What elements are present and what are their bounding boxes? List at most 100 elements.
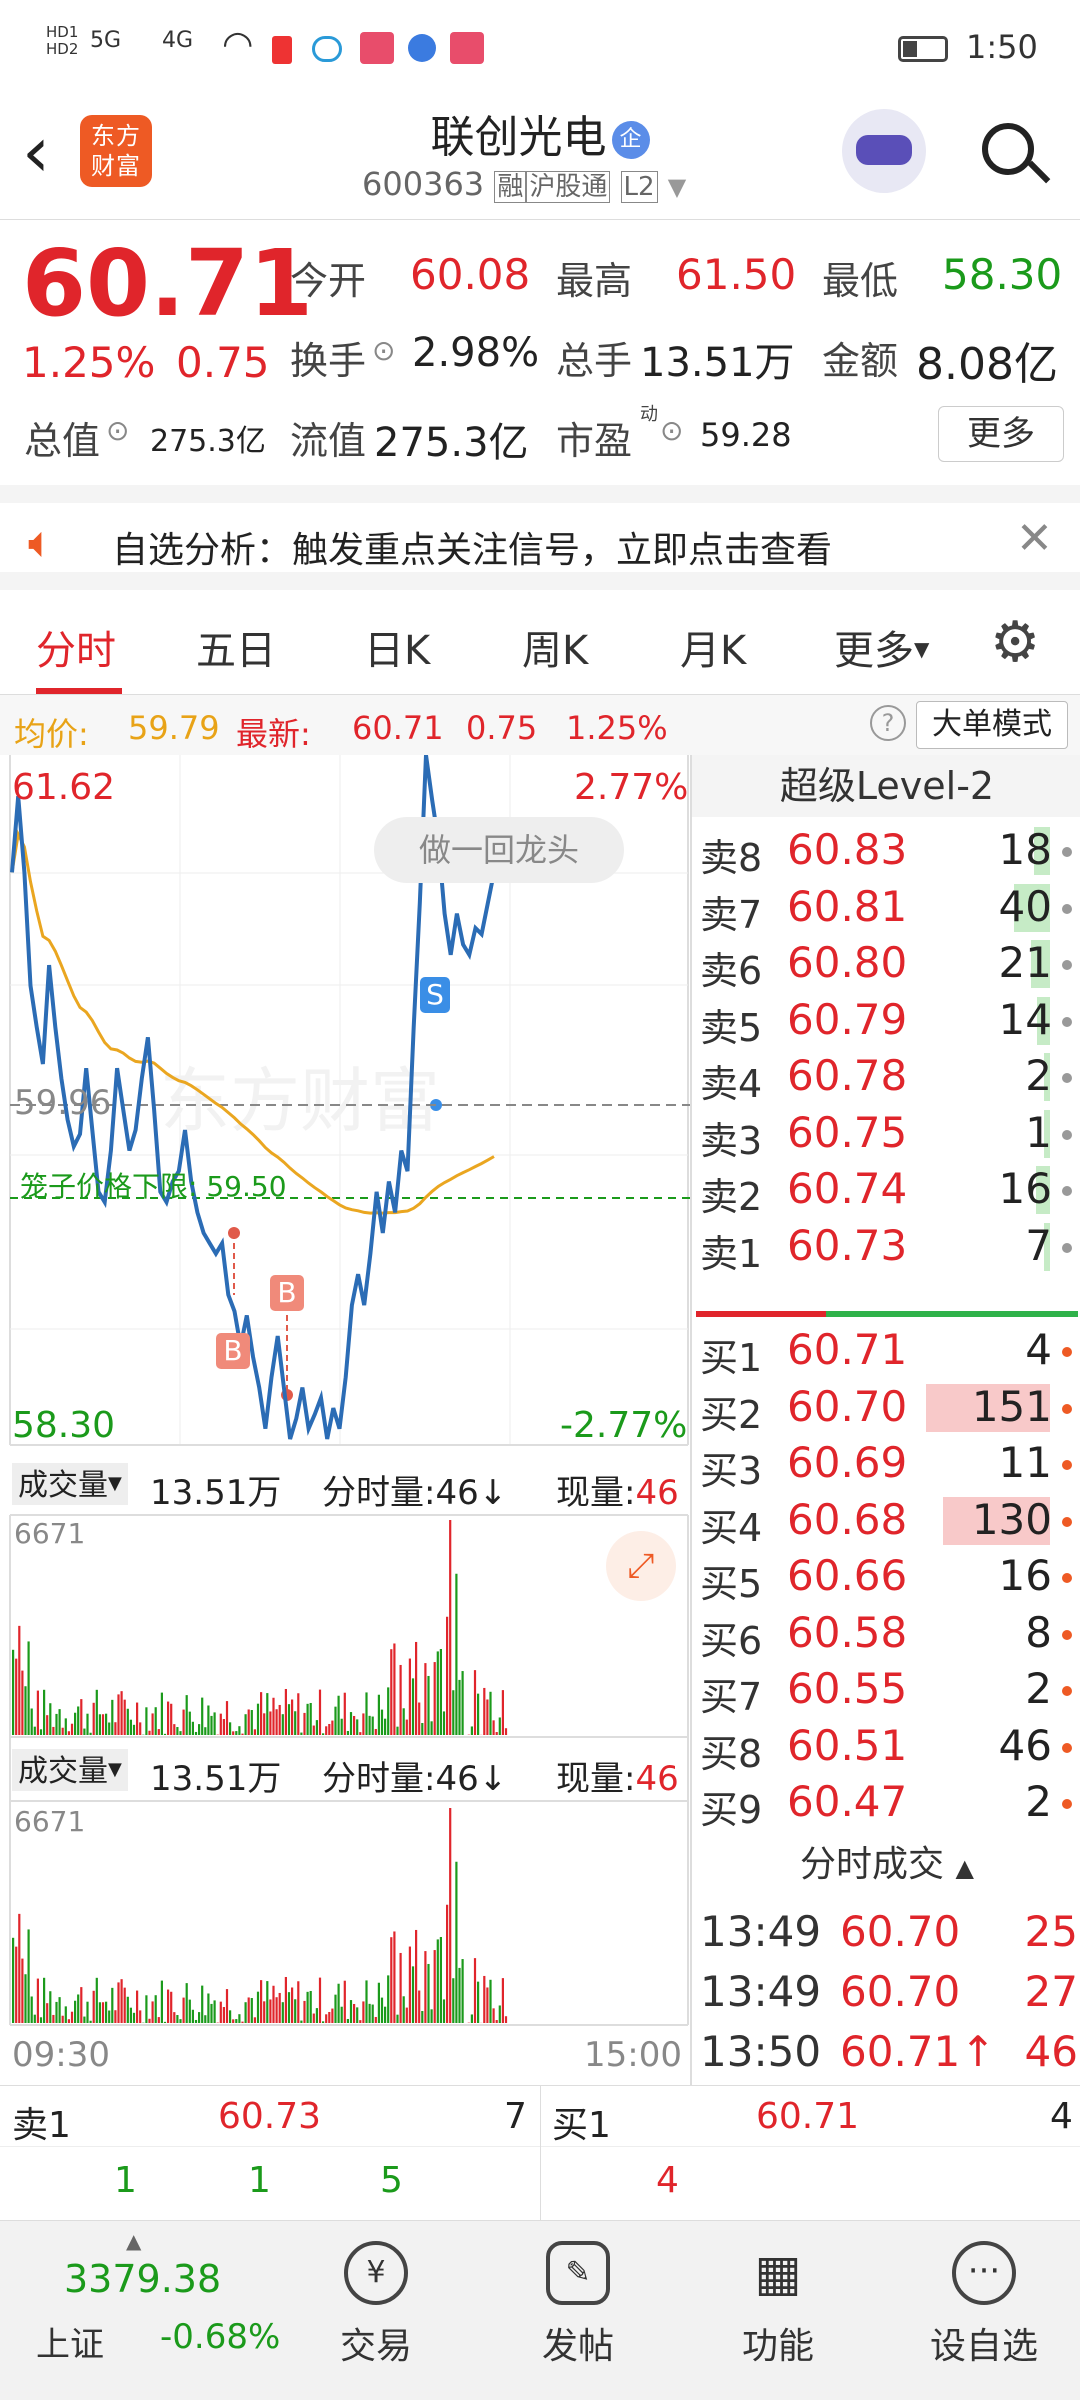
tab-5day[interactable]: 五日 [196,618,276,676]
robot-avatar-icon[interactable] [842,109,926,193]
ask-row[interactable]: 卖5 60.79 14 [692,993,1080,1050]
bid-row[interactable]: 买3 60.69 11 [692,1436,1080,1493]
close-icon[interactable]: ✕ [1016,513,1053,564]
search-icon[interactable] [982,123,1034,175]
y-max-label: 61.62 [12,767,116,808]
notice-banner[interactable]: 🔈︎ 自选分析：触发重点关注信号，立即点击查看 ✕ [0,485,1080,590]
mktcap-value: 275.3亿 [150,424,266,459]
help-icon[interactable]: ? [870,705,906,741]
ask-row[interactable]: 卖4 60.78 2 [692,1049,1080,1106]
buy-marker[interactable]: B [270,1275,304,1311]
add-watchlist-icon: ··· [952,2241,1016,2305]
index-expand-icon[interactable]: ▲ [126,2229,141,2253]
volume-bar [163,2021,167,2023]
volume-selector[interactable]: 成交量▼ [12,1749,128,1791]
volume-bar [318,1689,322,1735]
level-label: 卖6 [700,949,763,993]
volume-bar [263,2001,266,2023]
ask-row[interactable]: 卖1 60.73 7 [692,1219,1080,1276]
volume-bar [80,1699,83,1735]
app-icon-2 [408,34,436,62]
ask-row[interactable]: 卖3 60.75 1 [692,1106,1080,1163]
tab-weekly-k[interactable]: 周K [522,618,588,676]
volume-bar [114,2010,117,2023]
index-percent: -0.68% [160,2317,281,2357]
index-value[interactable]: 3379.38 [64,2257,221,2301]
volume-bar [39,1729,43,1735]
bid-row[interactable]: 买6 60.58 8 [692,1606,1080,1663]
info-icon[interactable]: ⊙ [372,334,395,367]
volume-bar [80,1987,83,2023]
volume-bar [458,1679,461,1735]
info-icon[interactable]: ⊙ [106,414,129,447]
volume-bar [210,2003,213,2023]
app-icon-3 [450,32,484,64]
big-order-mode-button[interactable]: 大单模式 [916,701,1068,749]
volume-bar [328,2011,331,2023]
bid-row[interactable]: 买4 60.68 130 [692,1493,1080,1550]
ask-row[interactable]: 卖6 60.80 21 [692,936,1080,993]
signal-4g-icon: 4G [162,28,194,53]
panel-title[interactable]: 超级Level-2 [692,755,1080,817]
dragon-head-bubble[interactable]: 做一回龙头 [374,817,624,883]
volume-bar [353,2003,356,2023]
volume-bar [241,1733,244,1735]
sell-marker[interactable]: S [420,977,450,1013]
volume-bar [442,1711,446,1735]
volume-bar [266,1693,269,1735]
level-label: 买2 [700,1392,763,1437]
sell1-price: 60.73 [218,2096,322,2137]
volume-bar [61,1727,64,1735]
volume-selector[interactable]: 成交量▼ [12,1463,128,1505]
volume-bar [300,1732,303,1735]
nav-post[interactable]: ✎ 发帖 [508,2241,648,2369]
clock: 1:50 [966,28,1038,66]
buy-marker[interactable]: B [216,1333,250,1369]
volume-bar [188,1711,191,1735]
level-price: 60.75 [787,1107,908,1157]
volume-bar [315,2008,318,2023]
bid-row[interactable]: 买9 60.47 2 [692,1775,1080,1832]
tab-daily-k[interactable]: 日K [364,618,430,676]
minute-volume: 分时量:46↓ [322,1473,508,1513]
info-icon[interactable]: ⊙ [660,414,683,447]
volume-bar [173,1724,176,1735]
volume-bar [281,1714,284,1735]
volume-bar [108,1722,111,1735]
ask-row[interactable]: 卖7 60.81 40 [692,880,1080,937]
settings-gear-icon[interactable]: ⚙ [990,610,1040,675]
bid-row[interactable]: 买2 60.70 151 [692,1380,1080,1437]
float-label: 流值 [290,419,367,463]
volume-bar [179,1731,182,1735]
tab-more[interactable]: 更多▼ [834,618,929,676]
tag-hk-connect: 沪股通 [526,171,611,203]
last-price: 60.71 [22,230,314,337]
tab-intraday[interactable]: 分时 [36,618,116,676]
nav-functions[interactable]: ▦ 功能 [708,2241,848,2369]
tab-monthly-k[interactable]: 月K [680,618,746,676]
pe-label: 市盈 [556,419,633,463]
volume-bar [148,2018,151,2023]
volume-bar [30,1996,33,2023]
bid-row[interactable]: 买7 60.55 2 [692,1662,1080,1719]
bid-row[interactable]: 买1 60.71 4 [692,1323,1080,1380]
ask-row[interactable]: 卖2 60.74 16 [692,1162,1080,1219]
volume-bar [136,1990,139,2023]
nav-add-watchlist[interactable]: ··· 设自选 [914,2241,1054,2369]
bid-row[interactable]: 买8 60.51 46 [692,1719,1080,1776]
volume-bar [309,1702,312,1735]
volume-bar [452,1690,455,1735]
level-dot [1062,1516,1072,1527]
trades-header[interactable]: 分时成交 ▲ [692,1835,1080,1891]
nav-trade[interactable]: ¥ 交易 [306,2241,446,2369]
volume-bar [380,1997,384,2023]
more-button[interactable]: 更多 [938,406,1064,462]
dropdown-icon[interactable]: ▼ [668,173,686,201]
bid-row[interactable]: 买5 60.66 16 [692,1549,1080,1606]
volume-bar [284,1976,287,2023]
ask-row[interactable]: 卖8 60.83 18 [692,823,1080,880]
volume-bar [269,1711,272,1735]
volume-bar [198,1724,201,1735]
expand-icon[interactable]: ⤢ [606,1531,676,1601]
volume-bar [235,2019,238,2023]
